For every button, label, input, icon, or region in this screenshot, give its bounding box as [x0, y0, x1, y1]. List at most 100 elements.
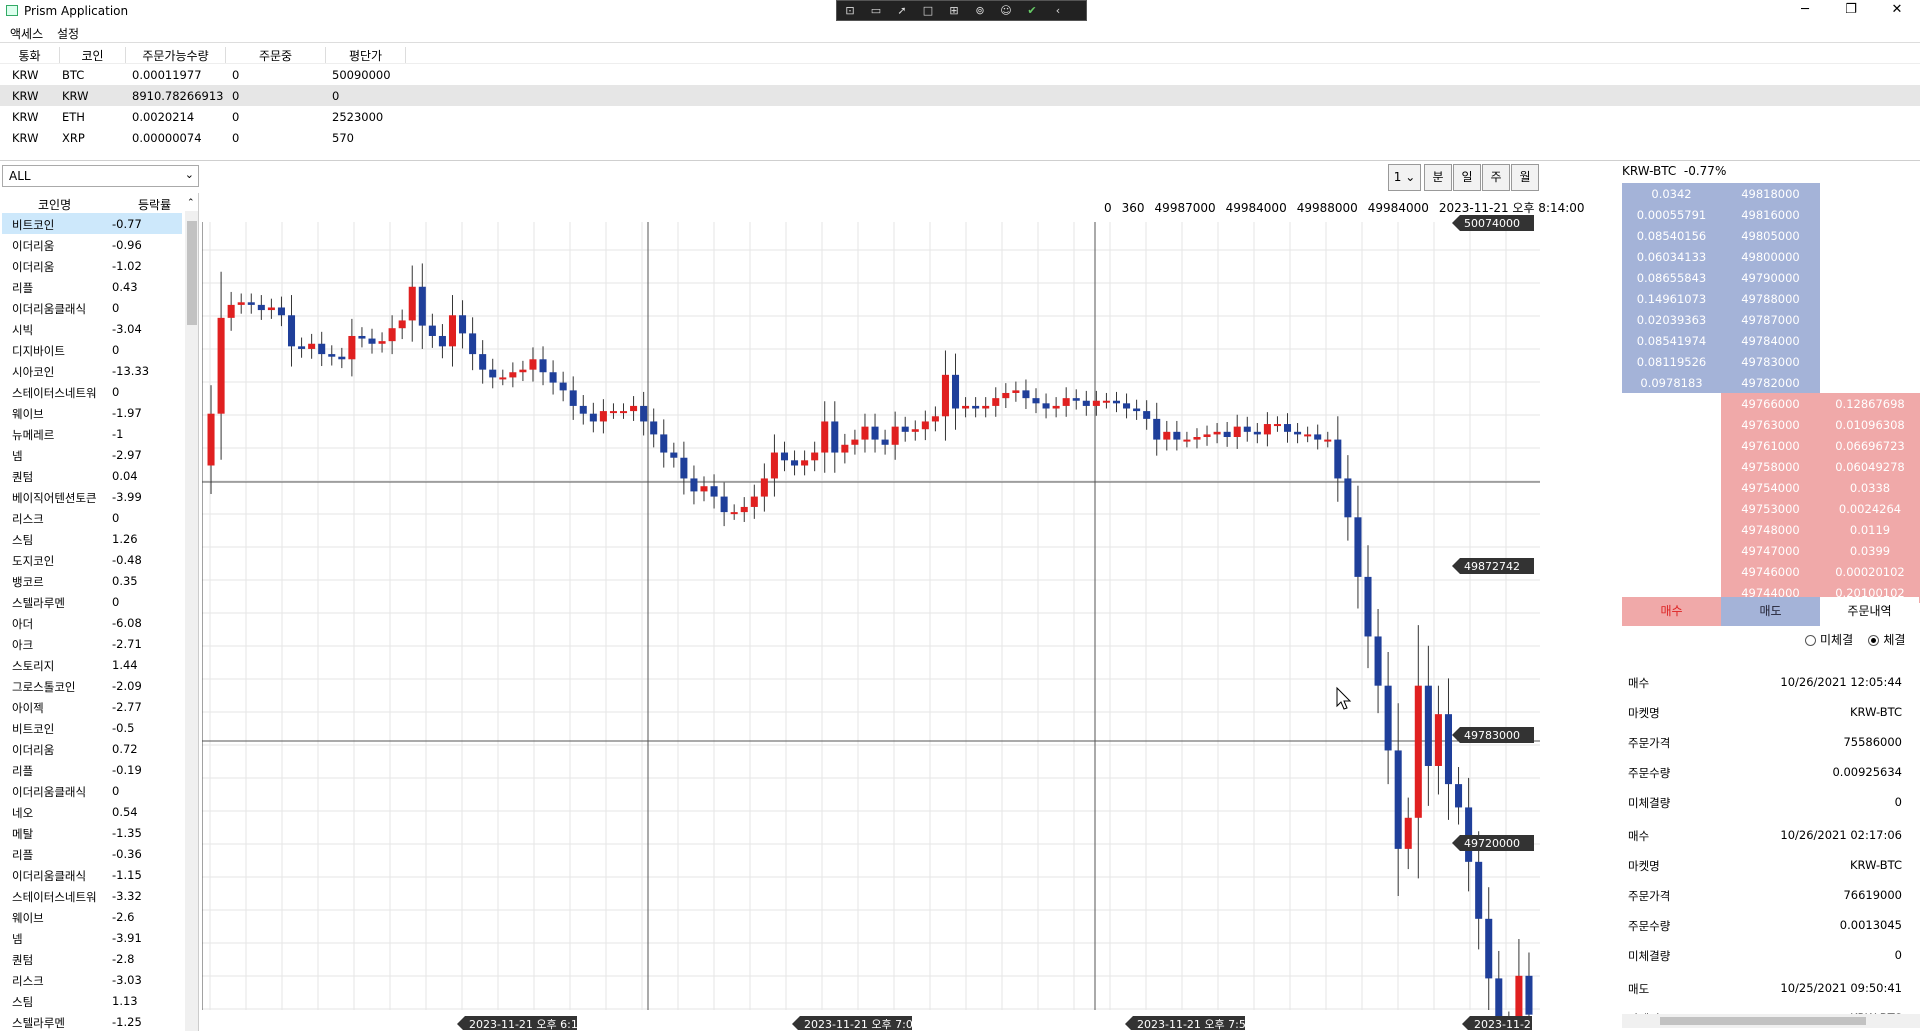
- coin-list-item[interactable]: 스텔라루멘 0: [2, 591, 182, 612]
- accessibility-icon[interactable]: ☺: [993, 1, 1019, 20]
- video-icon[interactable]: ▭: [863, 1, 889, 20]
- coin-list-item[interactable]: 리플 0.43: [2, 276, 182, 297]
- col-pending[interactable]: 주문중: [226, 47, 326, 63]
- coin-list-item[interactable]: 비트코인 -0.5: [2, 717, 182, 738]
- coin-list-item[interactable]: 넴 -3.91: [2, 927, 182, 948]
- coin-list-item[interactable]: 리스크 0: [2, 507, 182, 528]
- ask-row[interactable]: 49766000 0.12867698: [1622, 393, 1920, 414]
- holding-row[interactable]: KRW XRP 0.00000074 0 570: [0, 127, 1920, 148]
- col-change[interactable]: 등락률: [138, 196, 171, 213]
- minimize-button[interactable]: ─: [1782, 0, 1828, 22]
- ask-row[interactable]: 49758000 0.06049278: [1622, 456, 1920, 477]
- scroll-thumb[interactable]: [1660, 1017, 1866, 1025]
- box-icon[interactable]: □: [915, 1, 941, 20]
- coin-list-item[interactable]: 도지코인 -0.48: [2, 549, 182, 570]
- ask-row[interactable]: 49753000 0.0024264: [1622, 498, 1920, 519]
- ask-row[interactable]: 49747000 0.0399: [1622, 540, 1920, 561]
- coin-list-item[interactable]: 비트코인 -0.77: [2, 213, 182, 234]
- coin-list-item[interactable]: 아이젝 -2.77: [2, 696, 182, 717]
- coin-name: 이더리움: [12, 743, 55, 757]
- coin-list-item[interactable]: 스테이터스네트워 0: [2, 381, 182, 402]
- ask-row[interactable]: 49754000 0.0338: [1622, 477, 1920, 498]
- coin-list-item[interactable]: 스팀 1.26: [2, 528, 182, 549]
- coin-list-item[interactable]: 웨이브 -2.6: [2, 906, 182, 927]
- coin-list-item[interactable]: 스팀 1.13: [2, 990, 182, 1011]
- binding-icon[interactable]: ⊚: [967, 1, 993, 20]
- coin-list-item[interactable]: 넴 -2.97: [2, 444, 182, 465]
- bid-row[interactable]: 0.00055791 49816000: [1622, 204, 1920, 225]
- layout-icon[interactable]: ⊞: [941, 1, 967, 20]
- coin-list-item[interactable]: 아크 -2.71: [2, 633, 182, 654]
- candle-body: [388, 328, 396, 342]
- coin-list-item[interactable]: 이더리움 -0.96: [2, 234, 182, 255]
- radio-filled[interactable]: 체결: [1868, 633, 1905, 647]
- candlestick-chart[interactable]: 50074000 49872742 49783000 49720000 2023-11-…: [202, 164, 1620, 1030]
- coin-list-item[interactable]: 퀀텀 0.04: [2, 465, 182, 486]
- menu-settings[interactable]: 설정: [47, 22, 79, 42]
- coin-list-item[interactable]: 리플 -0.19: [2, 759, 182, 780]
- scroll-thumb[interactable]: [187, 221, 197, 325]
- col-avg-price[interactable]: 평단가: [326, 47, 406, 63]
- holding-row[interactable]: KRW KRW 8910.78266913 0 0: [0, 85, 1920, 106]
- coin-list-item[interactable]: 아더 -6.08: [2, 612, 182, 633]
- tab-sell[interactable]: 매도: [1721, 597, 1820, 626]
- coin-list-item[interactable]: 디지바이트 0: [2, 339, 182, 360]
- ask-row[interactable]: 49761000 0.06696723: [1622, 435, 1920, 456]
- coin-list-item[interactable]: 리플 -0.36: [2, 843, 182, 864]
- coin-list-item[interactable]: 시빅 -3.04: [2, 318, 182, 339]
- coin-list-scrollbar[interactable]: [185, 211, 198, 1031]
- col-coin[interactable]: 코인: [60, 47, 126, 63]
- bid-row[interactable]: 0.08540156 49805000: [1622, 225, 1920, 246]
- coin-list-item[interactable]: 뉴메레르 -1: [2, 423, 182, 444]
- coin-list-item[interactable]: 스텔라루멘 -1.25: [2, 1011, 182, 1031]
- tab-buy[interactable]: 매수: [1622, 597, 1721, 626]
- ask-row[interactable]: 49746000 0.00020102: [1622, 561, 1920, 582]
- bid-row[interactable]: 0.08541974 49784000: [1622, 330, 1920, 351]
- bid-row[interactable]: 0.14961073 49788000: [1622, 288, 1920, 309]
- coin-list-item[interactable]: 이더리움클래식 0: [2, 780, 182, 801]
- coin-list-item[interactable]: 이더리움클래식 0: [2, 297, 182, 318]
- history-field-row: 마켓명 KRW-BTC: [1628, 858, 1908, 876]
- coin-list-item[interactable]: 베이직어텐션토큰 -3.99: [2, 486, 182, 507]
- bid-row[interactable]: 0.0978183 49782000: [1622, 372, 1920, 393]
- holding-row[interactable]: KRW ETH 0.0020214 0 2523000: [0, 106, 1920, 127]
- radio-unfilled[interactable]: 미체결: [1805, 633, 1853, 647]
- cursor-icon[interactable]: ➚: [889, 1, 915, 20]
- bid-row[interactable]: 0.08119526 49783000: [1622, 351, 1920, 372]
- coin-list-item[interactable]: 그로스톨코인 -2.09: [2, 675, 182, 696]
- coin-list-item[interactable]: 스테이터스네트워 -3.32: [2, 885, 182, 906]
- maximize-button[interactable]: ❐: [1828, 0, 1874, 22]
- coin-list-item[interactable]: 메탈 -1.35: [2, 822, 182, 843]
- menu-access[interactable]: 액세스: [0, 22, 43, 42]
- chart-canvas[interactable]: 50074000 49872742 49783000 49720000 2023-11-…: [202, 164, 1620, 1030]
- bid-row[interactable]: 0.06034133 49800000: [1622, 246, 1920, 267]
- coin-list-item[interactable]: 이더리움 0.72: [2, 738, 182, 759]
- coin-list-item[interactable]: 리스크 -3.03: [2, 969, 182, 990]
- coin-list-item[interactable]: 이더리움 -1.02: [2, 255, 182, 276]
- coin-list-item[interactable]: 퀀텀 -2.8: [2, 948, 182, 969]
- coin-list-item[interactable]: 웨이브 -1.97: [2, 402, 182, 423]
- col-coin-name[interactable]: 코인명: [38, 196, 71, 213]
- close-button[interactable]: ✕: [1874, 0, 1920, 22]
- col-currency[interactable]: 통화: [0, 47, 60, 63]
- holding-row[interactable]: KRW BTC 0.00011977 0 50090000: [0, 64, 1920, 85]
- history-scrollbar[interactable]: [1622, 1014, 1920, 1028]
- coin-list-item[interactable]: 네오 0.54: [2, 801, 182, 822]
- ask-row[interactable]: 49763000 0.01096308: [1622, 414, 1920, 435]
- coin-list-item[interactable]: 뱅코르 0.35: [2, 570, 182, 591]
- bid-row[interactable]: 0.02039363 49787000: [1622, 309, 1920, 330]
- col-available[interactable]: 주문가능수량: [126, 47, 226, 63]
- coin-list-item[interactable]: 시아코인 -13.33: [2, 360, 182, 381]
- check-icon[interactable]: ✔: [1019, 1, 1045, 20]
- scroll-up-icon[interactable]: ⌃: [187, 198, 195, 208]
- tab-history[interactable]: 주문내역: [1820, 597, 1919, 626]
- bid-row[interactable]: 0.08655843 49790000: [1622, 267, 1920, 288]
- collapse-icon[interactable]: ‹: [1045, 1, 1071, 20]
- coin-list-item[interactable]: 스토리지 1.44: [2, 654, 182, 675]
- market-filter-select[interactable]: ALL ⌄: [2, 165, 199, 187]
- select-element-icon[interactable]: ⊡: [837, 1, 863, 20]
- candle-body: [760, 478, 768, 497]
- bid-row[interactable]: 0.0342 49818000: [1622, 183, 1920, 204]
- coin-list-item[interactable]: 이더리움클래식 -1.15: [2, 864, 182, 885]
- ask-row[interactable]: 49748000 0.0119: [1622, 519, 1920, 540]
